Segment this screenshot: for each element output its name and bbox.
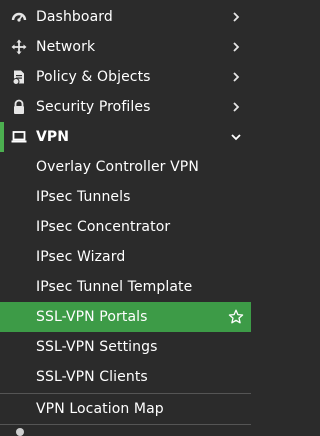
nav-subitem-label: IPsec Tunnel Template bbox=[36, 279, 193, 295]
nav-subitem-vpn-location-map[interactable]: VPN Location Map bbox=[0, 394, 251, 424]
nav-subitem-ipsec-tunnel-template[interactable]: IPsec Tunnel Template bbox=[0, 272, 251, 302]
nav-item-vpn[interactable]: VPN bbox=[0, 122, 251, 152]
policy-objects-icon bbox=[10, 68, 28, 86]
nav-subitem-label: IPsec Wizard bbox=[36, 249, 126, 265]
nav-item-dashboard-label: Dashboard bbox=[36, 9, 113, 25]
chevron-down-icon bbox=[229, 130, 243, 144]
nav-item-security-profiles[interactable]: Security Profiles bbox=[0, 92, 251, 122]
chevron-right-icon bbox=[229, 70, 243, 84]
nav-item-policy-objects[interactable]: Policy & Objects bbox=[0, 62, 251, 92]
nav-item-dashboard[interactable]: Dashboard bbox=[0, 2, 251, 32]
nav-subitem-ssl-vpn-settings[interactable]: SSL-VPN Settings bbox=[0, 332, 251, 362]
nav-item-network-label: Network bbox=[36, 39, 96, 55]
nav-subitem-overlay-controller-vpn[interactable]: Overlay Controller VPN bbox=[0, 152, 251, 182]
nav-subitem-label: VPN Location Map bbox=[36, 401, 164, 417]
nav-subitem-label: SSL-VPN Clients bbox=[36, 369, 148, 385]
nav-subitem-ipsec-concentrator[interactable]: IPsec Concentrator bbox=[0, 212, 251, 242]
nav-subitem-ssl-vpn-portals[interactable]: SSL-VPN Portals bbox=[0, 302, 251, 332]
dashboard-icon bbox=[10, 8, 28, 26]
nav-subitem-label: SSL-VPN Portals bbox=[36, 309, 148, 325]
laptop-icon bbox=[10, 128, 28, 146]
nav-item-next-partial[interactable] bbox=[0, 425, 251, 436]
nav-subitem-ssl-vpn-clients[interactable]: SSL-VPN Clients bbox=[0, 362, 251, 392]
nav-subitem-label: IPsec Tunnels bbox=[36, 189, 131, 205]
nav-subitem-label: SSL-VPN Settings bbox=[36, 339, 158, 355]
star-favorite-icon[interactable] bbox=[227, 308, 245, 326]
chevron-right-icon bbox=[229, 40, 243, 54]
nav-subitem-ipsec-wizard[interactable]: IPsec Wizard bbox=[0, 242, 251, 272]
nav-item-security-profiles-label: Security Profiles bbox=[36, 99, 151, 115]
nav-item-vpn-label: VPN bbox=[36, 129, 70, 145]
nav-subitem-label: Overlay Controller VPN bbox=[36, 159, 199, 175]
nav-subitem-label: IPsec Concentrator bbox=[36, 219, 171, 235]
lock-icon bbox=[10, 98, 28, 116]
network-move-icon bbox=[10, 38, 28, 56]
chevron-right-icon bbox=[229, 100, 243, 114]
nav-item-policy-objects-label: Policy & Objects bbox=[36, 69, 151, 85]
chevron-right-icon bbox=[229, 10, 243, 24]
partial-icon bbox=[16, 428, 24, 436]
nav-item-network[interactable]: Network bbox=[0, 32, 251, 62]
nav-subitem-ipsec-tunnels[interactable]: IPsec Tunnels bbox=[0, 182, 251, 212]
